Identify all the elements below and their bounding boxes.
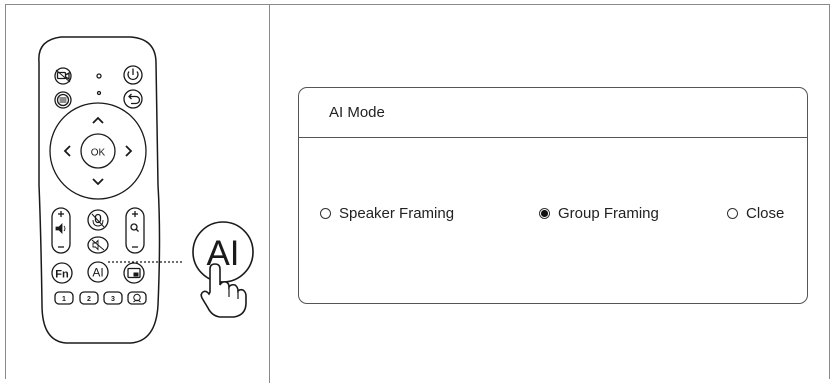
indicator-led [96,73,102,79]
indicator-dot [96,90,102,96]
power-button [123,65,143,85]
menu-button [54,91,72,109]
preset-3-label: 3 [111,296,115,303]
camera-off-button [54,67,72,85]
remote-control-illustration: OK Fn AI 1 2 3 AI [38,36,254,344]
back-button [123,89,143,109]
close-radio[interactable] [727,208,738,219]
speaker-framing-radio[interactable] [320,208,331,219]
speaker-mute-button [87,236,109,254]
panel-title: AI Mode [329,104,385,121]
group-framing-label: Group Framing [558,205,659,222]
volume-rocker [51,207,71,254]
close-option[interactable]: Close [727,205,784,222]
preset-2-label: 2 [87,296,91,303]
preset-keys [54,291,147,305]
remote-illustration-cell: OK Fn AI 1 2 3 AI [6,5,268,379]
title-divider [299,137,807,138]
close-label: Close [746,205,785,222]
ai-label: AI [92,266,103,280]
speaker-framing-label: Speaker Framing [339,205,455,222]
speaker-framing-option[interactable]: Speaker Framing [320,205,454,222]
group-framing-option[interactable]: Group Framing [539,205,659,222]
ai-callout-label: AI [206,234,239,273]
column-divider [269,4,270,383]
ai-mode-panel: AI Mode Speaker Framing Group Framing Cl… [298,87,808,304]
remote-body [38,36,161,344]
ok-label: OK [91,148,106,159]
preset-1-label: 1 [62,296,66,303]
mic-mute-button [87,209,109,231]
zoom-rocker [125,207,145,254]
group-framing-radio[interactable] [539,208,550,219]
fn-label: Fn [55,269,69,281]
pip-button [123,262,145,284]
